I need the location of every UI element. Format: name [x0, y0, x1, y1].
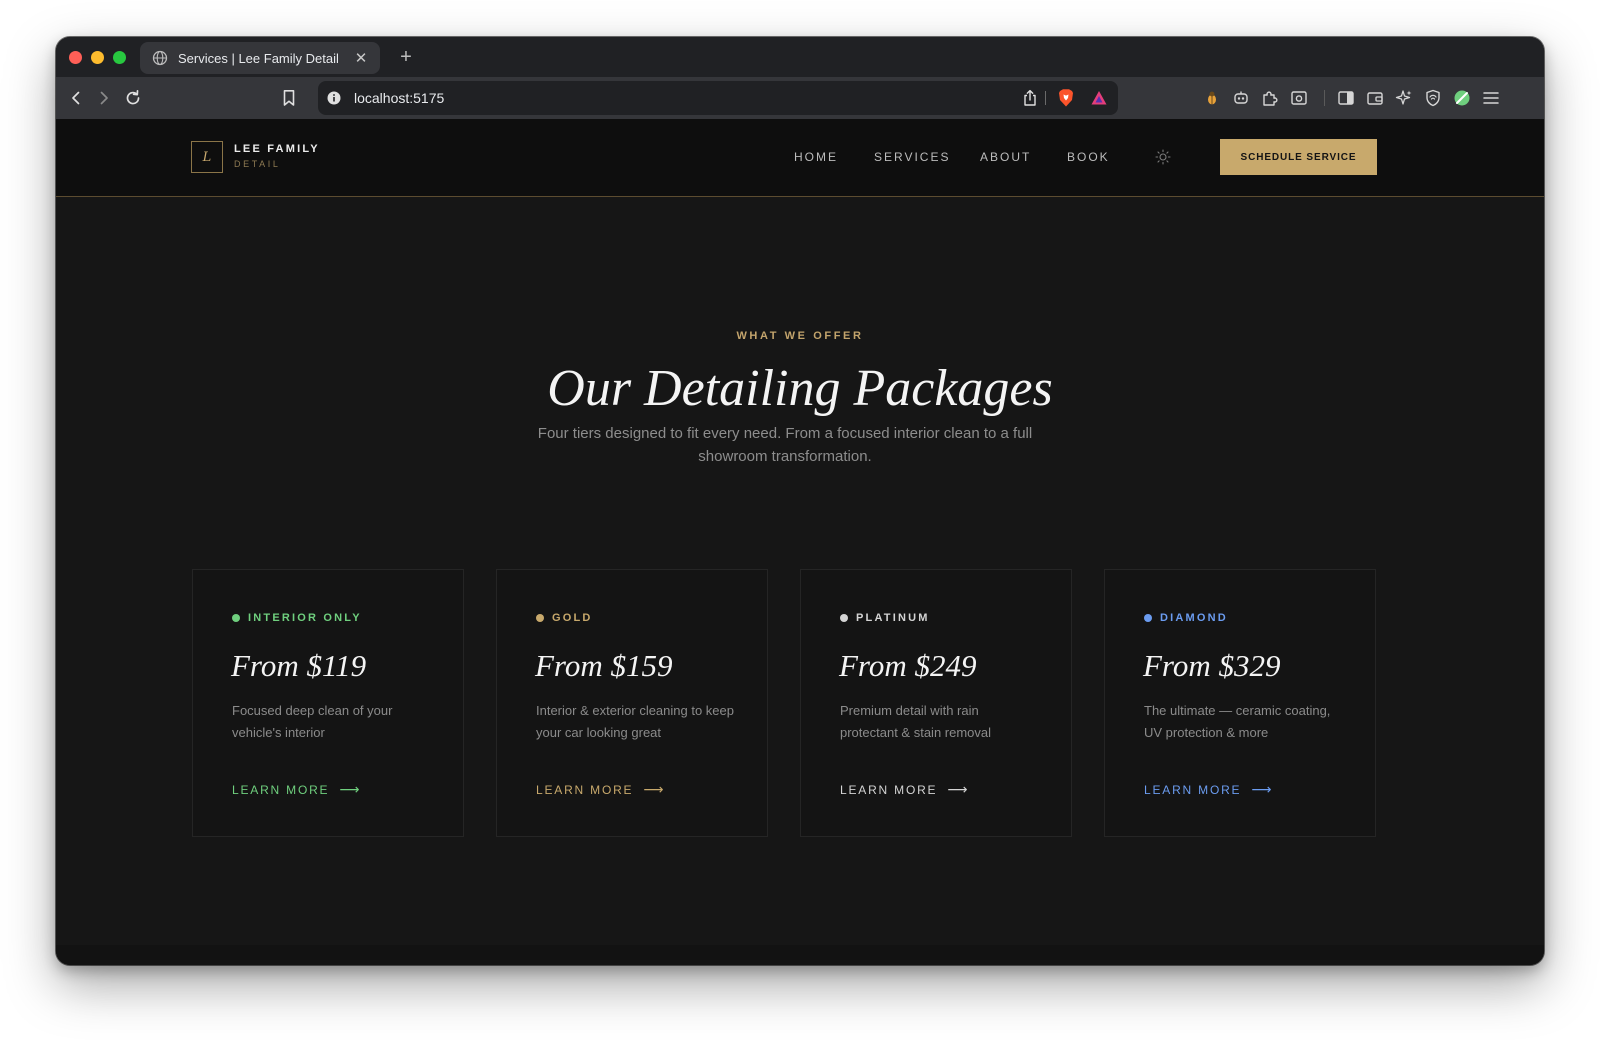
arrow-right-icon: ⟶ [947, 781, 968, 797]
toolbar-divider [1324, 90, 1325, 106]
package-description: Interior & exterior cleaning to keep you… [536, 703, 734, 740]
brand-subtitle: DETAIL [234, 159, 281, 169]
screenshot-extension-icon[interactable] [1287, 86, 1311, 110]
arrow-right-icon: ⟶ [339, 781, 360, 797]
tier-label: INTERIOR ONLY [232, 612, 362, 624]
tier-label: PLATINUM [840, 612, 930, 624]
arrow-right-icon: ⟶ [1251, 781, 1272, 797]
tab-title: Services | Lee Family Detail [178, 50, 339, 66]
package-card-interior[interactable]: INTERIOR ONLY From $119 Focused deep cle… [192, 569, 464, 837]
browser-window: Services | Lee Family Detail ✕ + localho… [56, 37, 1544, 965]
address-bar-divider [1045, 91, 1046, 105]
globe-icon [152, 50, 168, 66]
nav-home[interactable]: HOME [794, 150, 838, 164]
schedule-service-button[interactable]: SCHEDULE SERVICE [1220, 139, 1377, 175]
package-description: Focused deep clean of your vehicle's int… [232, 703, 393, 740]
tier-dot-icon [840, 614, 848, 622]
theme-toggle-sun-icon[interactable] [1154, 148, 1172, 166]
site-info-icon[interactable] [322, 86, 346, 110]
leo-ai-icon[interactable] [1392, 86, 1416, 110]
learn-more-link[interactable]: LEARN MORE ⟶ [1144, 781, 1271, 798]
robot-extension-icon[interactable] [1229, 86, 1253, 110]
tier-name: GOLD [552, 612, 593, 624]
extensions-puzzle-icon[interactable] [1258, 86, 1282, 110]
tier-dot-icon [536, 614, 544, 622]
bookmark-icon[interactable] [277, 86, 301, 110]
learn-more-link[interactable]: LEARN MORE ⟶ [536, 781, 663, 798]
page-title: Our Detailing Packages [547, 360, 1053, 417]
active-tab[interactable]: Services | Lee Family Detail ✕ [140, 42, 380, 74]
tier-name: DIAMOND [1160, 612, 1228, 624]
learn-more-label: LEARN MORE [536, 782, 634, 797]
tier-dot-icon [1144, 614, 1152, 622]
tier-dot-icon [232, 614, 240, 622]
brave-rewards-icon[interactable] [1087, 86, 1111, 110]
logo-letter: L [202, 149, 212, 165]
learn-more-label: LEARN MORE [232, 782, 330, 797]
minimize-window-button[interactable] [91, 51, 104, 64]
package-card-platinum[interactable]: PLATINUM From $249 Premium detail with r… [800, 569, 1072, 837]
nav-services[interactable]: SERVICES [874, 150, 950, 164]
logo-mark[interactable]: L [191, 141, 223, 173]
nav-about[interactable]: ABOUT [980, 150, 1031, 164]
wallet-icon[interactable] [1363, 86, 1387, 110]
share-icon[interactable] [1018, 86, 1042, 110]
page-content: L LEE FAMILY DETAIL HOME SERVICES ABOUT … [56, 119, 1544, 965]
section-eyebrow: WHAT WE OFFER [736, 330, 864, 342]
new-tab-button[interactable]: + [394, 45, 418, 69]
vpn-shield-icon[interactable] [1421, 86, 1445, 110]
maximize-window-button[interactable] [113, 51, 126, 64]
profile-avatar-icon[interactable] [1450, 86, 1474, 110]
package-price: From $249 [839, 648, 977, 683]
package-price: From $159 [535, 648, 673, 683]
package-price: From $119 [231, 648, 367, 683]
reload-icon[interactable] [121, 86, 145, 110]
close-tab-icon[interactable]: ✕ [354, 49, 368, 67]
package-card-diamond[interactable]: DIAMOND From $329 The ultimate — ceramic… [1104, 569, 1376, 837]
nav-book[interactable]: BOOK [1067, 150, 1110, 164]
section-subtitle: Four tiers designed to fit every need. F… [537, 425, 1033, 465]
package-card-gold[interactable]: GOLD From $159 Interior & exterior clean… [496, 569, 768, 837]
learn-more-link[interactable]: LEARN MORE ⟶ [840, 781, 967, 798]
tier-name: INTERIOR ONLY [248, 612, 362, 624]
brave-shields-icon[interactable] [1054, 86, 1078, 110]
page-bottom-strip [56, 945, 1544, 965]
forward-icon[interactable] [92, 86, 116, 110]
learn-more-label: LEARN MORE [840, 782, 938, 797]
tier-name: PLATINUM [856, 612, 930, 624]
tab-strip: Services | Lee Family Detail ✕ + [56, 37, 1544, 77]
package-price: From $329 [1143, 648, 1281, 683]
package-description: The ultimate — ceramic coating, UV prote… [1144, 703, 1331, 740]
package-description: Premium detail with rain protectant & st… [840, 703, 992, 740]
address-bar[interactable]: localhost:5175 [318, 81, 1118, 115]
sidebar-toggle-icon[interactable] [1334, 86, 1358, 110]
tier-label: GOLD [536, 612, 593, 624]
bug-extension-icon[interactable] [1200, 86, 1224, 110]
learn-more-link[interactable]: LEARN MORE ⟶ [232, 781, 359, 798]
site-header: L LEE FAMILY DETAIL HOME SERVICES ABOUT … [56, 119, 1544, 197]
close-window-button[interactable] [69, 51, 82, 64]
tier-label: DIAMOND [1144, 612, 1228, 624]
browser-toolbar: localhost:5175 [56, 77, 1544, 119]
learn-more-label: LEARN MORE [1144, 782, 1242, 797]
brand-name[interactable]: LEE FAMILY [234, 143, 320, 155]
menu-icon[interactable] [1479, 86, 1503, 110]
url-text: localhost:5175 [354, 90, 445, 106]
back-icon[interactable] [64, 86, 88, 110]
arrow-right-icon: ⟶ [643, 781, 664, 797]
